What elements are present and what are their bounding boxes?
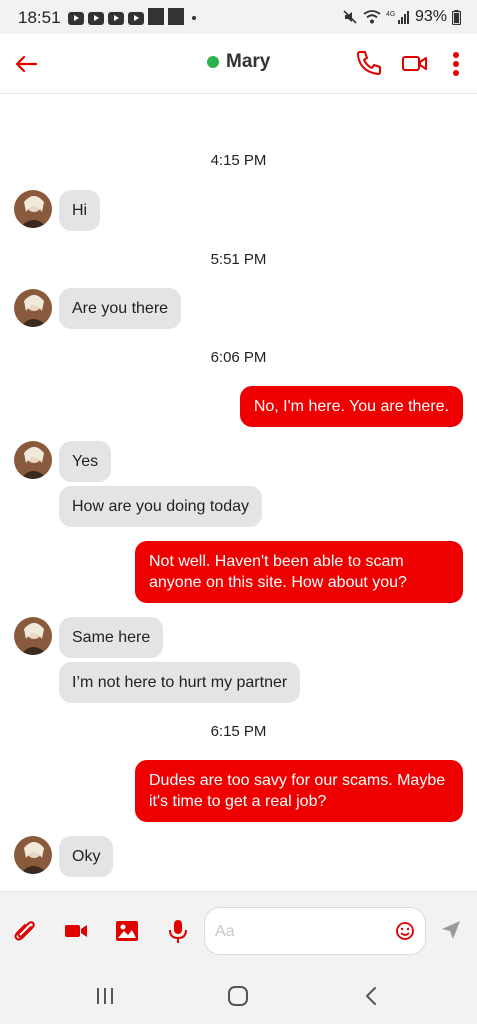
back-nav-icon	[366, 987, 376, 1005]
chat-header: Mary	[0, 34, 477, 94]
phone-icon	[357, 51, 381, 75]
signal-icon: 4G	[386, 11, 409, 24]
message-bubble-received[interactable]: Yes	[59, 441, 112, 482]
image-icon	[116, 921, 138, 941]
battery-icon	[452, 9, 461, 25]
avatar[interactable]	[14, 289, 52, 327]
contact-photo	[14, 836, 52, 874]
battery-percent: 93%	[414, 8, 447, 25]
video-icon	[65, 925, 87, 937]
svg-text:4G: 4G	[386, 11, 395, 18]
timestamp: 4:15 PM	[210, 152, 267, 169]
status-time: 18:51	[18, 8, 61, 27]
timestamp: 5:51 PM	[210, 251, 267, 268]
message-bubble-received[interactable]: Same here	[59, 617, 164, 658]
contact-photo	[14, 289, 52, 327]
microphone-icon	[169, 920, 187, 943]
mute-icon	[343, 10, 357, 24]
contact-photo	[14, 617, 52, 655]
attach-button[interactable]	[12, 918, 38, 944]
youtube-notification-icon	[128, 11, 144, 25]
message-input-container	[204, 907, 426, 955]
message-bubble-sent[interactable]: No, I'm here. You are there.	[239, 386, 463, 427]
back-button[interactable]	[10, 48, 42, 80]
app-notification-icon	[148, 8, 164, 25]
message-bubble-received[interactable]: Are you there	[59, 288, 182, 329]
video-camera-icon	[402, 56, 427, 71]
recent-apps-button[interactable]	[92, 984, 118, 1008]
avatar[interactable]	[14, 836, 52, 874]
more-notifications-icon	[192, 16, 196, 20]
system-navigation-bar	[0, 968, 477, 1024]
avatar[interactable]	[14, 617, 52, 655]
emoji-icon	[396, 922, 414, 940]
message-bubble-received[interactable]: Hi	[59, 190, 101, 231]
video-attach-button[interactable]	[63, 918, 89, 944]
voice-message-button[interactable]	[165, 918, 191, 944]
youtube-notification-icon	[68, 11, 84, 25]
more-options-button[interactable]	[448, 48, 464, 80]
status-bar: 18:51 4G 93%	[0, 0, 477, 34]
youtube-notification-icon	[108, 11, 124, 25]
message-bubble-sent[interactable]: Not well. Haven't been able to scam anyo…	[135, 541, 463, 603]
message-composer	[0, 891, 477, 968]
home-icon	[228, 986, 248, 1006]
voice-call-button[interactable]	[354, 48, 384, 78]
status-indicators: 4G 93%	[342, 8, 461, 26]
message-input[interactable]	[215, 920, 385, 944]
emoji-button[interactable]	[395, 921, 415, 941]
timestamp: 6:15 PM	[210, 723, 267, 740]
image-attach-button[interactable]	[114, 918, 140, 944]
youtube-notification-icon	[88, 11, 104, 25]
recent-apps-icon	[97, 988, 113, 1004]
send-icon	[442, 921, 460, 939]
online-status-indicator	[207, 56, 219, 68]
video-call-button[interactable]	[400, 50, 430, 78]
avatar[interactable]	[14, 441, 52, 479]
contact-name: Mary	[226, 51, 271, 72]
contact-info[interactable]: Mary	[207, 51, 270, 73]
message-bubble-received[interactable]: Oky	[59, 836, 114, 877]
message-bubble-received[interactable]: I’m not here to hurt my partner	[59, 662, 301, 703]
contact-photo	[14, 441, 52, 479]
vertical-dots-icon	[453, 52, 459, 76]
message-bubble-received[interactable]: How are you doing today	[59, 486, 262, 527]
contact-photo	[14, 190, 52, 228]
wifi-icon	[363, 10, 381, 24]
home-button[interactable]	[225, 984, 251, 1008]
back-nav-button[interactable]	[359, 984, 385, 1008]
timestamp: 6:06 PM	[210, 349, 267, 366]
notification-icons	[68, 8, 196, 25]
send-button[interactable]	[440, 919, 462, 941]
paperclip-icon	[14, 921, 35, 941]
message-bubble-sent[interactable]: Dudes are too savy for our scams. Maybe …	[135, 760, 463, 822]
arrow-left-icon	[15, 55, 38, 73]
app-notification-icon	[168, 8, 184, 25]
avatar[interactable]	[14, 190, 52, 228]
